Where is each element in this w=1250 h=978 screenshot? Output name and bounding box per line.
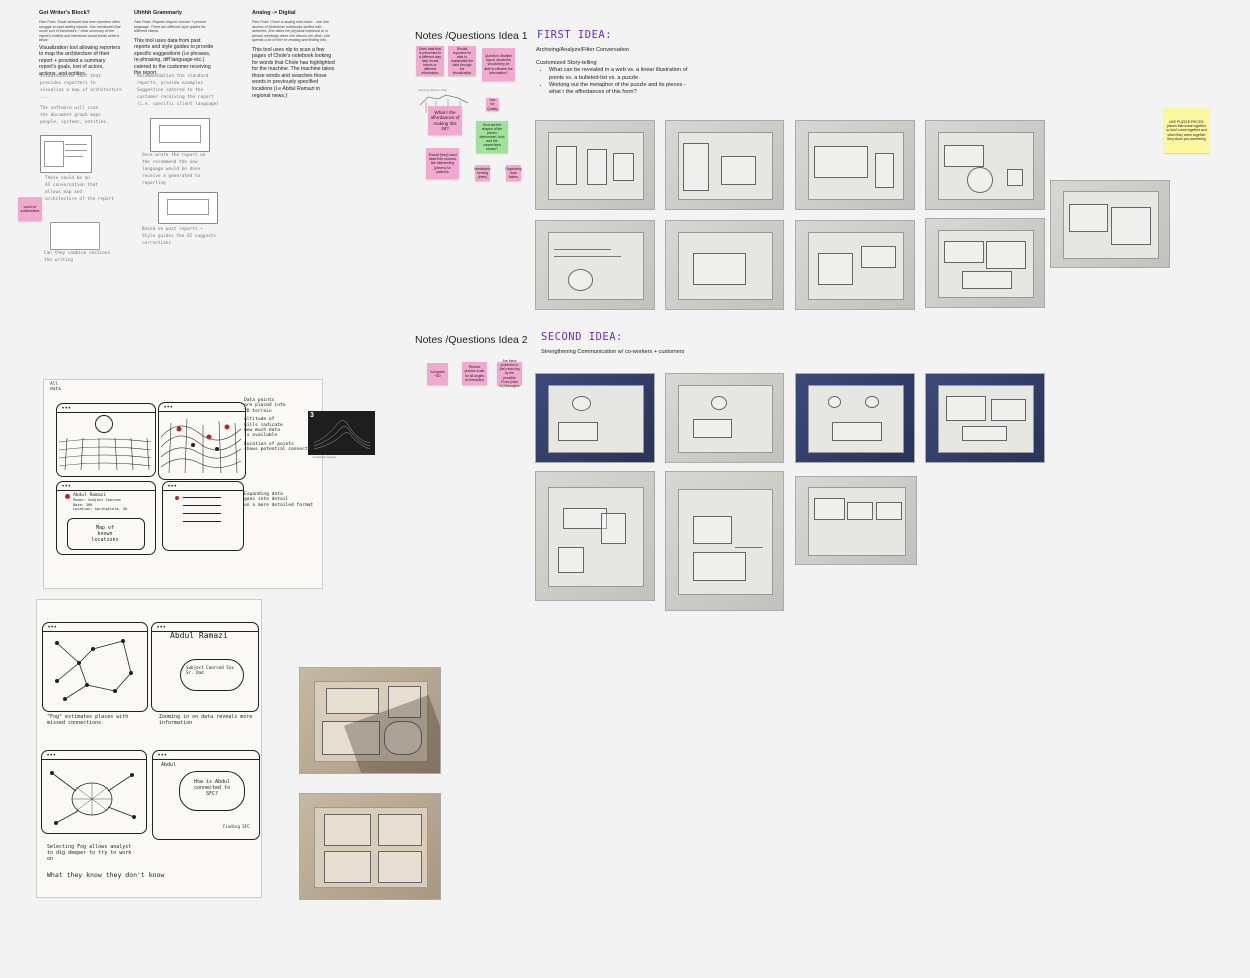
pain-point: Pain Point: Susie stressed that new repo…: [39, 20, 121, 42]
idea1-bullet: What can be revealed in a web vs. a line…: [549, 67, 696, 81]
column-description: This tool uses data from past reports an…: [134, 37, 214, 77]
sketch-window-zoom: ••• Abdul Ramazi Subject Coerced Fox Sr.…: [151, 622, 259, 712]
sketch-window-network: •••: [42, 622, 148, 712]
sketch-photo[interactable]: [795, 373, 915, 463]
sketch-window-fog: •••: [41, 750, 147, 834]
sketch-photo[interactable]: [535, 220, 655, 310]
sketch-window-terrain: •••: [56, 403, 156, 477]
caption-selecting-fog: Selecting Fog allows analyst to dig deep…: [47, 844, 132, 862]
vis-caption: visualization concept: [312, 456, 336, 459]
sketch-photo[interactable]: [795, 120, 915, 210]
sticky-note[interactable]: Should (they) want data from sources lik…: [426, 148, 459, 179]
sketch-photo[interactable]: [665, 220, 784, 310]
sketch-small-doc: [50, 222, 100, 250]
sketch-photo[interactable]: [535, 471, 655, 601]
handwritten-notes-col1: Visualization tool that provides reporter…: [40, 74, 122, 125]
sketch-photo[interactable]: [795, 220, 915, 310]
sketch-3d-terrain[interactable]: All data ••• ••• Data points are placed i…: [44, 380, 322, 588]
sticky-note[interactable]: hologram +3D: [427, 363, 448, 385]
sticky-note[interactable]: Question: Multiple layout structures sho…: [482, 48, 515, 81]
sticky-note-3d[interactable]: What r the affordances of making this 3d…: [428, 106, 462, 135]
sketch-window-list: •••: [162, 481, 244, 551]
caption-know: What they know they don't know: [47, 871, 165, 879]
sticky-note-green[interactable]: How are the shapes of the pieces determi…: [476, 121, 508, 153]
sketch-laptop-1: [150, 118, 210, 152]
sketch-photo[interactable]: [665, 373, 784, 463]
sticky-note-collaborative[interactable]: could be collaborative: [18, 197, 42, 221]
pain-point: Pain Point: Chloe is analog note-taker..…: [252, 20, 330, 42]
column-writers-block: Got Writer's Block? Pain Point: Susie st…: [39, 10, 123, 77]
sketch-photo-people[interactable]: [299, 793, 441, 900]
sketch-photo[interactable]: [665, 120, 784, 210]
corner-label: All data: [50, 382, 61, 392]
handwritten-notes-col2c: Based on past reports + Style guides the …: [142, 227, 217, 246]
idea1-bullet: Working out the metaphor of the puzzle a…: [549, 82, 696, 96]
column-description: This tool uses nlp to scan a few pages o…: [252, 46, 335, 99]
sticky-note[interactable]: Should reporters be able to manipulate t…: [448, 46, 476, 76]
sketch-window-points: •••: [158, 402, 246, 480]
3d-visualization-thumbnail[interactable]: 3: [308, 411, 375, 455]
sticky-note[interactable]: Reduce precise scale for all angles of i…: [462, 362, 487, 385]
sticky-note[interactable]: Does data that is presented in a differe…: [416, 46, 444, 76]
sketch-laptop-2: [158, 192, 218, 224]
pain-point: Pain Point: Reports require concise + pr…: [134, 20, 207, 33]
sketch-photo[interactable]: [925, 373, 1045, 463]
handwritten-notes-col1c: Can they combine sections the writing: [44, 251, 111, 263]
column-title: Analog -> Digital: [252, 10, 296, 16]
idea1-subtitle: Archiving/Analyze/Filter Conversation: [536, 47, 629, 53]
column-title: Got Writer's Block?: [39, 10, 91, 16]
idea1-sub2: Customized Story-telling: [536, 60, 597, 67]
puzzle-pieces-note[interactable]: LIKE PUZZLE PIECES: pieces that come tog…: [1164, 108, 1209, 153]
idea2-title: SECOND IDEA:: [541, 331, 623, 343]
sketch-window-question: ••• Abdul How is Abdul connected to SFC?…: [152, 750, 260, 840]
handwritten-notes-col1b: These could be an AI conversation that all…: [45, 176, 114, 202]
sticky-note[interactable]: Use for Quality: [486, 98, 499, 111]
sketch-photo[interactable]: [535, 373, 655, 463]
column-grammarly: Uhhhh Grammarly Pain Point: Reports requ…: [134, 10, 218, 77]
column-analog-digital: Analog -> Digital Pain Point: Chloe is a…: [252, 10, 336, 99]
column-title: Uhhhh Grammarly: [134, 10, 182, 16]
sticky-note[interactable]: Are there problems to (be) reducing by t…: [497, 359, 522, 388]
caption-zoom: Zooming in on data reveals more informat…: [159, 714, 253, 726]
caption-fog: "Fog" estimates places with missed conne…: [47, 714, 129, 726]
sticky-note[interactable]: Interlinked: forming (them): [474, 165, 491, 181]
sticky-note[interactable]: Organizing data tables: [505, 165, 522, 181]
sketch-photo[interactable]: [1050, 180, 1170, 268]
sketch-photo[interactable]: [795, 476, 917, 565]
sketch-fog-network[interactable]: ••• ••• Abdul Ramazi Subject Coerced Fox…: [37, 600, 261, 897]
sketch-photo[interactable]: [535, 120, 655, 210]
sketch-photo[interactable]: [925, 120, 1045, 210]
idea2-subtitle: Strengthening Communication w/ co-worker…: [541, 349, 685, 355]
handwritten-notes-col2: Recommendation the standard reports, prov…: [137, 74, 219, 107]
idea1-title: FIRST IDEA:: [537, 29, 613, 41]
sketch-window-profile: ••• Abdul Ramazi Power: Subject Coerced D…: [56, 481, 156, 555]
handwritten-notes-col2b: Once wrote the report on the recommend th…: [142, 153, 206, 186]
sketch-photo[interactable]: [925, 218, 1045, 308]
expand-notes: Expanding data goes into detail on a more …: [244, 492, 314, 508]
sketch-report-map: [40, 135, 92, 173]
idea1-text: Archiving/Analyze/Filter Conversation Cu…: [536, 47, 696, 96]
sketch-photo-cards[interactable]: [299, 667, 441, 774]
idea1-header: Notes /Questions Idea 1: [415, 30, 528, 42]
sketch-photo[interactable]: [665, 471, 784, 611]
idea2-header: Notes /Questions Idea 2: [415, 334, 528, 346]
